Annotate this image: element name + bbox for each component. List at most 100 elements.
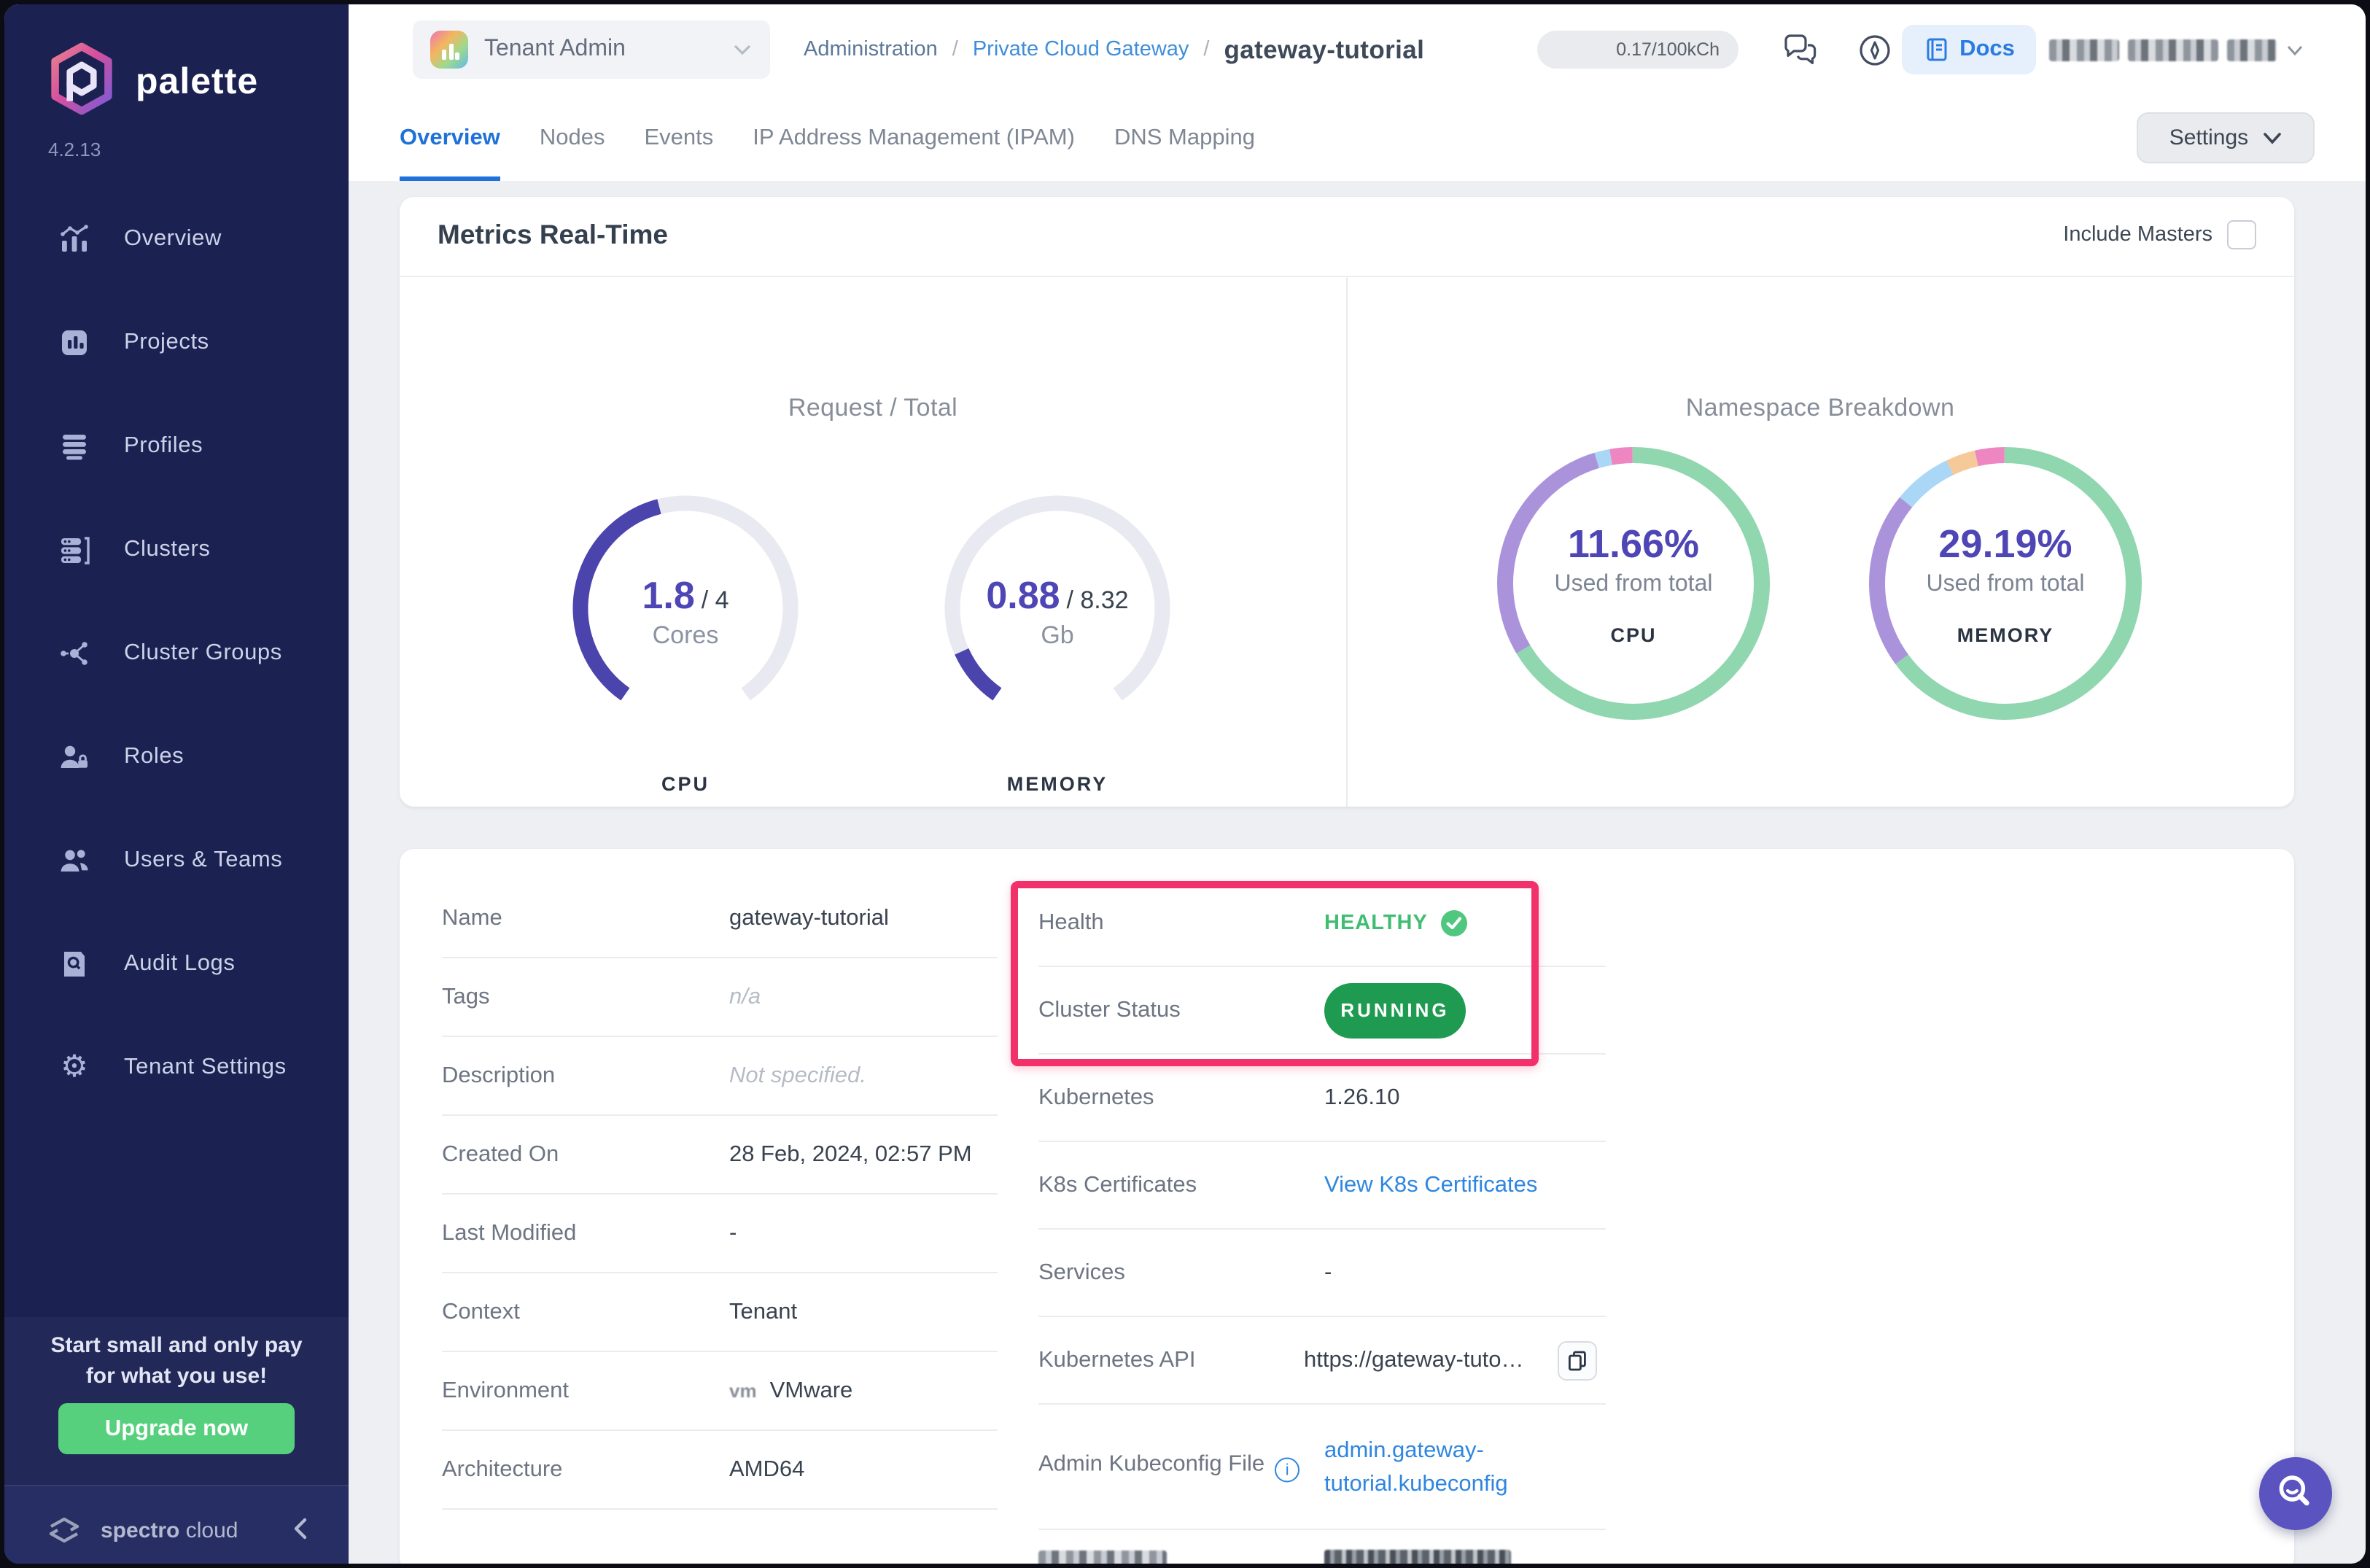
brand-row: palette [48, 42, 258, 123]
chevron-down-icon [2263, 132, 2280, 144]
sidebar-item-label: Projects [124, 329, 209, 354]
redacted-label [1038, 1550, 1167, 1564]
clusters-icon [57, 532, 92, 567]
search-fab-button[interactable] [2259, 1457, 2332, 1530]
detail-row-kubernetes: Kubernetes 1.26.10 [1038, 1055, 1606, 1142]
detail-row-services: Services - [1038, 1230, 1606, 1317]
screen: palette 4.2.13 Overview Projects Profile… [0, 0, 2370, 1568]
detail-label: Name [442, 905, 502, 930]
sidebar-nav: Overview Projects Profiles Clusters Clus… [4, 187, 349, 1119]
detail-label: Kubernetes [1038, 1084, 1154, 1109]
detail-value: n/a [729, 984, 761, 1009]
detail-label: Kubernetes API [1038, 1347, 1196, 1372]
tab-ipam[interactable]: IP Address Management (IPAM) [753, 95, 1075, 181]
details-left-column: Name gateway-tutorial Tags n/a Descripti… [442, 880, 998, 1510]
detail-label: Cluster Status [1038, 997, 1181, 1022]
sidebar-item-cluster-groups[interactable]: Cluster Groups [4, 601, 349, 705]
info-icon[interactable]: i [1275, 1457, 1300, 1483]
detail-label: Admin Kubeconfig File i [1038, 1451, 1300, 1483]
tab-overview[interactable]: Overview [400, 95, 500, 181]
sidebar-item-label: Users & Teams [124, 847, 283, 872]
breadcrumb-separator: / [952, 38, 958, 61]
detail-row-created-on: Created On 28 Feb, 2024, 02:57 PM [442, 1116, 998, 1195]
sidebar-item-tenant-settings[interactable]: ⚙ Tenant Settings [4, 1015, 349, 1119]
settings-label: Settings [2169, 125, 2249, 150]
detail-row-redacted [1038, 1530, 1606, 1564]
copy-button[interactable] [1558, 1340, 1597, 1380]
detail-value: - [1324, 1260, 1332, 1284]
roles-icon [57, 739, 92, 774]
settings-button[interactable]: Settings [2137, 112, 2315, 163]
audit-logs-icon [57, 946, 92, 981]
docs-button[interactable]: Docs [1902, 25, 2036, 74]
tab-dns-mapping[interactable]: DNS Mapping [1114, 95, 1255, 181]
tab-nodes[interactable]: Nodes [540, 95, 605, 181]
check-circle-icon [1440, 909, 1467, 936]
detail-label: Tags [442, 984, 490, 1009]
cpu-namespace-donut: 11.66% Used from total CPU [1488, 438, 1779, 729]
cluster-status-badge: RUNNING [1324, 982, 1466, 1038]
sidebar-item-overview[interactable]: Overview [4, 187, 349, 290]
breadcrumb-private-cloud-gateway[interactable]: Private Cloud Gateway [973, 38, 1189, 61]
tabs-bar: Overview Nodes Events IP Address Managem… [349, 95, 2366, 181]
include-masters-checkbox[interactable] [2227, 220, 2256, 249]
collapse-sidebar-icon[interactable] [287, 1513, 314, 1552]
chevron-down-icon [2287, 45, 2303, 56]
projects-icon [57, 325, 92, 360]
sidebar-item-profiles[interactable]: Profiles [4, 394, 349, 497]
tenant-admin-icon [430, 31, 468, 69]
sidebar-footer: spectro cloud [4, 1485, 349, 1564]
sidebar-item-users-teams[interactable]: Users & Teams [4, 808, 349, 912]
vmware-icon: vm [729, 1379, 757, 1401]
project-scope-select[interactable]: Tenant Admin [413, 20, 770, 79]
detail-value: - [729, 1220, 737, 1245]
admin-kubeconfig-link[interactable]: admin.gateway-tutorial.kubeconfig [1324, 1433, 1565, 1500]
users-teams-icon [57, 842, 92, 877]
sidebar-item-audit-logs[interactable]: Audit Logs [4, 912, 349, 1015]
detail-label: Created On [442, 1141, 559, 1166]
sidebar-item-label: Audit Logs [124, 950, 236, 975]
metrics-card: Metrics Real-Time Include Masters Reques… [400, 197, 2294, 807]
detail-label: Description [442, 1063, 556, 1087]
chat-icon[interactable] [1781, 31, 1820, 77]
detail-label: Environment [442, 1378, 570, 1402]
breadcrumb-administration[interactable]: Administration [804, 38, 938, 61]
page-title: gateway-tutorial [1224, 34, 1425, 63]
upgrade-now-button[interactable]: Upgrade now [58, 1403, 295, 1454]
view-k8s-certificates-link[interactable]: View K8s Certificates [1324, 1172, 1537, 1198]
cpu-gauge-value: 1.8 [642, 573, 695, 617]
detail-label: Last Modified [442, 1220, 577, 1245]
overview-icon [57, 221, 92, 256]
detail-row-context: Context Tenant [442, 1273, 998, 1352]
sidebar-item-projects[interactable]: Projects [4, 290, 349, 394]
main-area: Tenant Admin Administration / Private Cl… [349, 4, 2366, 1564]
breadcrumb: Administration / Private Cloud Gateway /… [804, 4, 1424, 95]
redacted-username [2049, 39, 2119, 61]
promo-text: Start small and only pay for what you us… [50, 1333, 303, 1389]
spectro-cloud-logo-icon [45, 1511, 83, 1556]
memory-gauge-label: MEMORY [1006, 773, 1108, 795]
profiles-icon [57, 428, 92, 463]
detail-row-name: Name gateway-tutorial [442, 880, 998, 958]
metrics-header: Metrics Real-Time Include Masters [400, 197, 2294, 277]
sidebar-item-roles[interactable]: Roles [4, 705, 349, 808]
memory-donut-percent: 29.19% [1938, 522, 2072, 566]
memory-namespace-donut: 29.19% Used from total MEMORY [1860, 438, 2151, 729]
book-icon [1926, 38, 1946, 61]
detail-row-environment: Environment vm VMware [442, 1352, 998, 1431]
detail-row-health: Health HEALTHY [1038, 880, 1606, 967]
sidebar-item-clusters[interactable]: Clusters [4, 497, 349, 601]
compass-icon[interactable] [1855, 31, 1895, 77]
memory-donut-label: MEMORY [1957, 624, 2054, 646]
memory-gauge-unit: Gb [1041, 621, 1074, 649]
pane-divider [1346, 277, 1348, 807]
app-root: palette 4.2.13 Overview Projects Profile… [4, 4, 2366, 1564]
docs-label: Docs [1959, 36, 2015, 61]
details-right-column: Health HEALTHY Cluster Status RUNNING Ku… [1038, 880, 1606, 1564]
cpu-gauge-total: / 4 [701, 586, 729, 614]
detail-row-cluster-status: Cluster Status RUNNING [1038, 967, 1606, 1055]
memory-gauge-total: / 8.32 [1066, 586, 1129, 614]
detail-row-description: Description Not specified. [442, 1037, 998, 1116]
user-menu[interactable] [2049, 39, 2304, 61]
tab-events[interactable]: Events [645, 95, 714, 181]
